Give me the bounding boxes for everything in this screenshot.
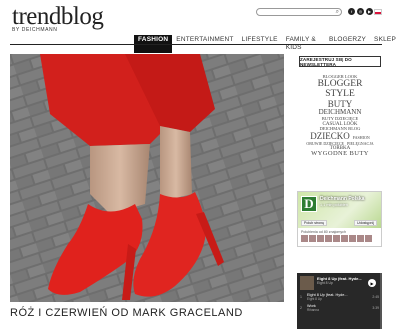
play-icon[interactable]: ▶ — [368, 279, 376, 287]
track-artist: Rihanna — [307, 308, 319, 312]
avatar[interactable] — [341, 235, 348, 242]
track-number: 2 — [300, 306, 302, 310]
facebook-like-button[interactable]: Polub stronę — [301, 220, 328, 226]
facebook-friend-avatars — [298, 235, 381, 242]
track-duration: 2:45 — [372, 295, 379, 299]
header-divider — [10, 44, 382, 45]
avatar[interactable] — [317, 235, 324, 242]
social-links: f ◎ ▶ — [348, 8, 373, 15]
tag-link[interactable]: FASHION — [353, 135, 370, 140]
deichmann-logo-icon[interactable]: D — [301, 196, 317, 212]
tag-link[interactable]: PIELĘGNACJA — [347, 141, 374, 146]
search-input[interactable]: ⌕ — [256, 8, 342, 16]
logo-tagline: BY DEICHMANN — [12, 27, 58, 33]
tag-cloud: BLOGGER LOOK BLOGGER STYLE BUTY DEICHMAN… — [297, 74, 383, 158]
facebook-friends-text: Polubienia od 80 znajomych — [301, 230, 346, 234]
list-item[interactable]: 1 Eight 8 Up (feat. Hyde... Eight 8 Up 2… — [300, 293, 379, 301]
avatar[interactable] — [325, 235, 332, 242]
avatar[interactable] — [357, 235, 364, 242]
avatar[interactable] — [333, 235, 340, 242]
track-number: 1 — [300, 295, 302, 299]
album-art[interactable] — [300, 276, 314, 290]
list-item[interactable]: 2 Work Rihanna 3:39 — [300, 304, 379, 312]
track-artist: Eight 8 Up — [307, 297, 322, 301]
facebook-likes: 1,1 mln polubień — [320, 203, 348, 207]
avatar[interactable] — [301, 235, 308, 242]
tag-link[interactable]: WYGODNE BUTY — [297, 150, 383, 158]
avatar[interactable] — [365, 235, 372, 242]
youtube-icon[interactable]: ▶ — [366, 8, 373, 15]
track-duration: 3:39 — [372, 306, 379, 310]
scrollbar[interactable] — [380, 273, 382, 329]
post-title[interactable]: RÓŻ I CZERWIEŃ OD MARK GRACELAND — [10, 307, 243, 319]
post-hero-image[interactable] — [10, 54, 284, 302]
facebook-icon[interactable]: f — [348, 8, 355, 15]
facebook-page-name[interactable]: Deichmann Polska — [320, 196, 364, 202]
instagram-icon[interactable]: ◎ — [357, 8, 364, 15]
avatar[interactable] — [309, 235, 316, 242]
newsletter-button[interactable]: ZAREJESTRUJ SIĘ DO NEWSLETTERA — [299, 56, 381, 67]
facebook-cover: D Deichmann Polska 1,1 mln polubień Polu… — [298, 192, 381, 228]
spotify-widget: Eight 8 Up (feat. Hyde... Eight 8 Up ▶ 1… — [297, 273, 382, 329]
avatar[interactable] — [349, 235, 356, 242]
spotify-track-artist: Eight 8 Up — [317, 281, 333, 285]
facebook-widget: D Deichmann Polska 1,1 mln polubień Polu… — [297, 191, 382, 247]
tag-link[interactable]: DEICHMANN — [297, 108, 383, 116]
language-flag-icon[interactable] — [374, 9, 382, 15]
search-icon[interactable]: ⌕ — [336, 8, 339, 16]
facebook-share-button[interactable]: Udostępnij — [354, 220, 377, 226]
red-shoes-photo — [10, 54, 284, 302]
